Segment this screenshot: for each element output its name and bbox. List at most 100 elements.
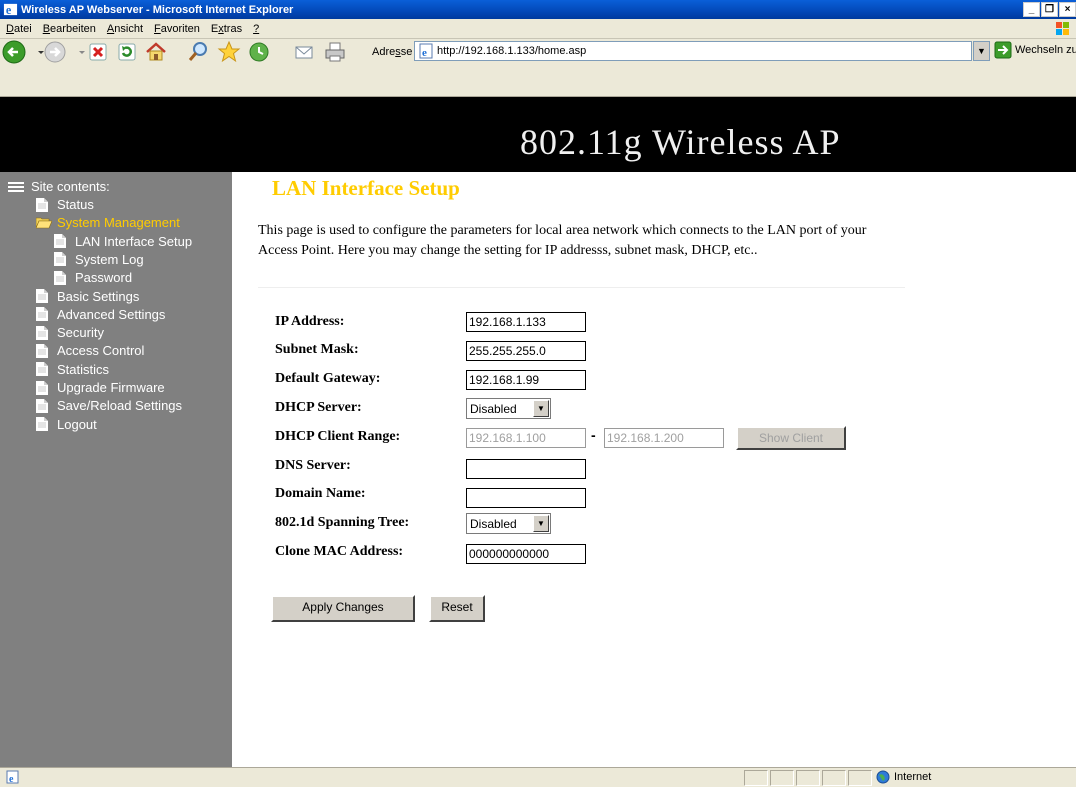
- doc-icon: [54, 252, 66, 267]
- address-url[interactable]: http://192.168.1.133/home.asp: [437, 45, 586, 57]
- go-button[interactable]: Wechseln zu: [994, 41, 1076, 59]
- go-label: Wechseln zu: [1015, 44, 1076, 56]
- menu-datei[interactable]: Datei: [0, 23, 37, 35]
- spanning-tree-value: Disabled: [470, 516, 517, 531]
- clone-mac-input[interactable]: 000000000000: [466, 544, 586, 564]
- status-bar: e Internet: [0, 767, 1076, 787]
- dhcp-range-start-input[interactable]: 192.168.1.100: [466, 428, 586, 448]
- doc-icon: [36, 417, 48, 432]
- print-icon[interactable]: [322, 39, 348, 65]
- doc-icon: [36, 325, 48, 340]
- sidebar-item-status[interactable]: Status: [36, 197, 94, 212]
- menu-bearbeiten[interactable]: Bearbeiten: [37, 23, 101, 35]
- svg-text:e: e: [422, 47, 427, 59]
- address-dropdown-icon[interactable]: ▼: [973, 41, 990, 61]
- security-zone: Internet: [876, 770, 931, 784]
- spanning-tree-select[interactable]: Disabled ▼: [466, 513, 551, 534]
- back-dropdown-icon[interactable]: [28, 39, 44, 65]
- sidebar-item-label: LAN Interface Setup: [75, 233, 193, 249]
- minimize-button[interactable]: _: [1023, 2, 1040, 17]
- page-description: This page is used to configure the param…: [258, 223, 867, 258]
- back-icon[interactable]: [1, 39, 27, 65]
- domain-name-input[interactable]: [466, 488, 586, 508]
- site-tree-icon: [8, 181, 24, 192]
- sidebar-item-security[interactable]: Security: [36, 325, 104, 340]
- sidebar-item-label: Status: [57, 197, 94, 212]
- dhcp-range-end-input[interactable]: 192.168.1.200: [604, 428, 724, 448]
- address-label: Adresse: [372, 46, 413, 58]
- ie-logo-icon: e: [3, 3, 18, 17]
- show-client-button[interactable]: Show Client: [736, 426, 846, 450]
- page-status-icon: e: [6, 770, 19, 784]
- menu-favoriten[interactable]: Favoriten: [148, 23, 205, 35]
- status-cell: [848, 770, 872, 786]
- divider: [258, 287, 905, 288]
- go-arrow-icon: [994, 41, 1012, 59]
- sidebar-item-advanced-settings[interactable]: Advanced Settings: [36, 307, 165, 322]
- sidebar-item-label: System Log: [75, 251, 144, 267]
- sidebar-item-lan-interface-setup[interactable]: LAN Interface Setup: [54, 234, 192, 249]
- menu-ansicht[interactable]: Ansicht: [101, 23, 148, 35]
- svg-text:e: e: [6, 3, 12, 17]
- forward-dropdown-icon[interactable]: [69, 39, 85, 65]
- sidebar-item-logout[interactable]: Logout: [36, 417, 97, 432]
- history-icon[interactable]: [246, 39, 272, 65]
- sidebar-item-label: Basic Settings: [57, 288, 140, 304]
- page-banner: 802.11g Wireless AP: [0, 97, 1076, 172]
- dns-server-input[interactable]: [466, 459, 586, 479]
- subnet-mask-label: Subnet Mask:: [275, 342, 359, 357]
- sidebar-item-statistics[interactable]: Statistics: [36, 362, 109, 377]
- ip-address-input[interactable]: 192.168.1.133: [466, 312, 586, 332]
- menu-bar: Datei Bearbeiten Ansicht Favoriten Extra…: [0, 19, 1076, 39]
- sidebar-item-system-management[interactable]: System Management: [36, 215, 180, 230]
- sidebar-item-label: Security: [57, 325, 104, 341]
- window-title-bar[interactable]: e Wireless AP Webserver - Microsoft Inte…: [0, 0, 1076, 19]
- sidebar-item-password[interactable]: Password: [54, 270, 132, 285]
- browser-toolbar: Adresse e http://192.168.1.133/home.asp …: [0, 39, 1076, 97]
- domain-name-label: Domain Name:: [275, 486, 366, 501]
- status-cell: [822, 770, 846, 786]
- sidebar-item-label: Upgrade Firmware: [57, 380, 165, 395]
- clone-mac-label: Clone MAC Address:: [275, 544, 404, 559]
- mail-icon[interactable]: [291, 39, 317, 65]
- sidebar-item-label: Password: [75, 270, 133, 286]
- favorites-icon[interactable]: [216, 39, 242, 65]
- dhcp-server-select[interactable]: Disabled ▼: [466, 398, 551, 419]
- apply-changes-button[interactable]: Apply Changes: [271, 595, 415, 622]
- sidebar-item-label: Save/Reload Settings: [57, 398, 183, 414]
- svg-text:e: e: [9, 774, 14, 784]
- home-icon[interactable]: [143, 39, 169, 65]
- windows-logo-icon: [1056, 22, 1069, 35]
- address-bar[interactable]: e http://192.168.1.133/home.asp: [414, 41, 972, 61]
- stop-icon[interactable]: [85, 39, 111, 65]
- sidebar-item-access-control[interactable]: Access Control: [36, 343, 144, 358]
- forward-icon[interactable]: [42, 39, 68, 65]
- sidebar-item-label: Logout: [57, 416, 97, 432]
- menu-extras[interactable]: Extras: [205, 23, 247, 35]
- sidebar-heading: Site contents:: [8, 179, 110, 194]
- sidebar-item-save-reload-settings[interactable]: Save/Reload Settings: [36, 398, 182, 413]
- doc-icon: [36, 380, 48, 395]
- sidebar-item-basic-settings[interactable]: Basic Settings: [36, 289, 139, 304]
- refresh-icon[interactable]: [114, 39, 140, 65]
- close-button[interactable]: ×: [1059, 2, 1076, 17]
- search-icon[interactable]: [186, 39, 212, 65]
- sidebar-item-system-log[interactable]: System Log: [54, 252, 144, 267]
- dropdown-arrow-icon[interactable]: ▼: [533, 400, 549, 417]
- menu-help[interactable]: ?: [247, 23, 264, 35]
- dropdown-arrow-icon[interactable]: ▼: [533, 515, 549, 532]
- dhcp-client-range-label: DHCP Client Range:: [275, 429, 401, 444]
- subnet-mask-input[interactable]: 255.255.255.0: [466, 341, 586, 361]
- status-cell: [770, 770, 794, 786]
- doc-icon: [54, 234, 66, 249]
- sidebar-item-label: Advanced Settings: [57, 306, 166, 322]
- dns-server-label: DNS Server:: [275, 458, 351, 473]
- doc-icon: [36, 289, 48, 303]
- page-icon: e: [419, 43, 433, 59]
- default-gateway-input[interactable]: 192.168.1.99: [466, 370, 586, 390]
- sidebar-nav: Site contents: Status System Management LA…: [0, 172, 232, 767]
- maximize-button[interactable]: ❐: [1041, 2, 1058, 17]
- sidebar-item-upgrade-firmware[interactable]: Upgrade Firmware: [36, 380, 165, 395]
- window-title: Wireless AP Webserver - Microsoft Intern…: [21, 3, 294, 16]
- reset-button[interactable]: Reset: [429, 595, 485, 622]
